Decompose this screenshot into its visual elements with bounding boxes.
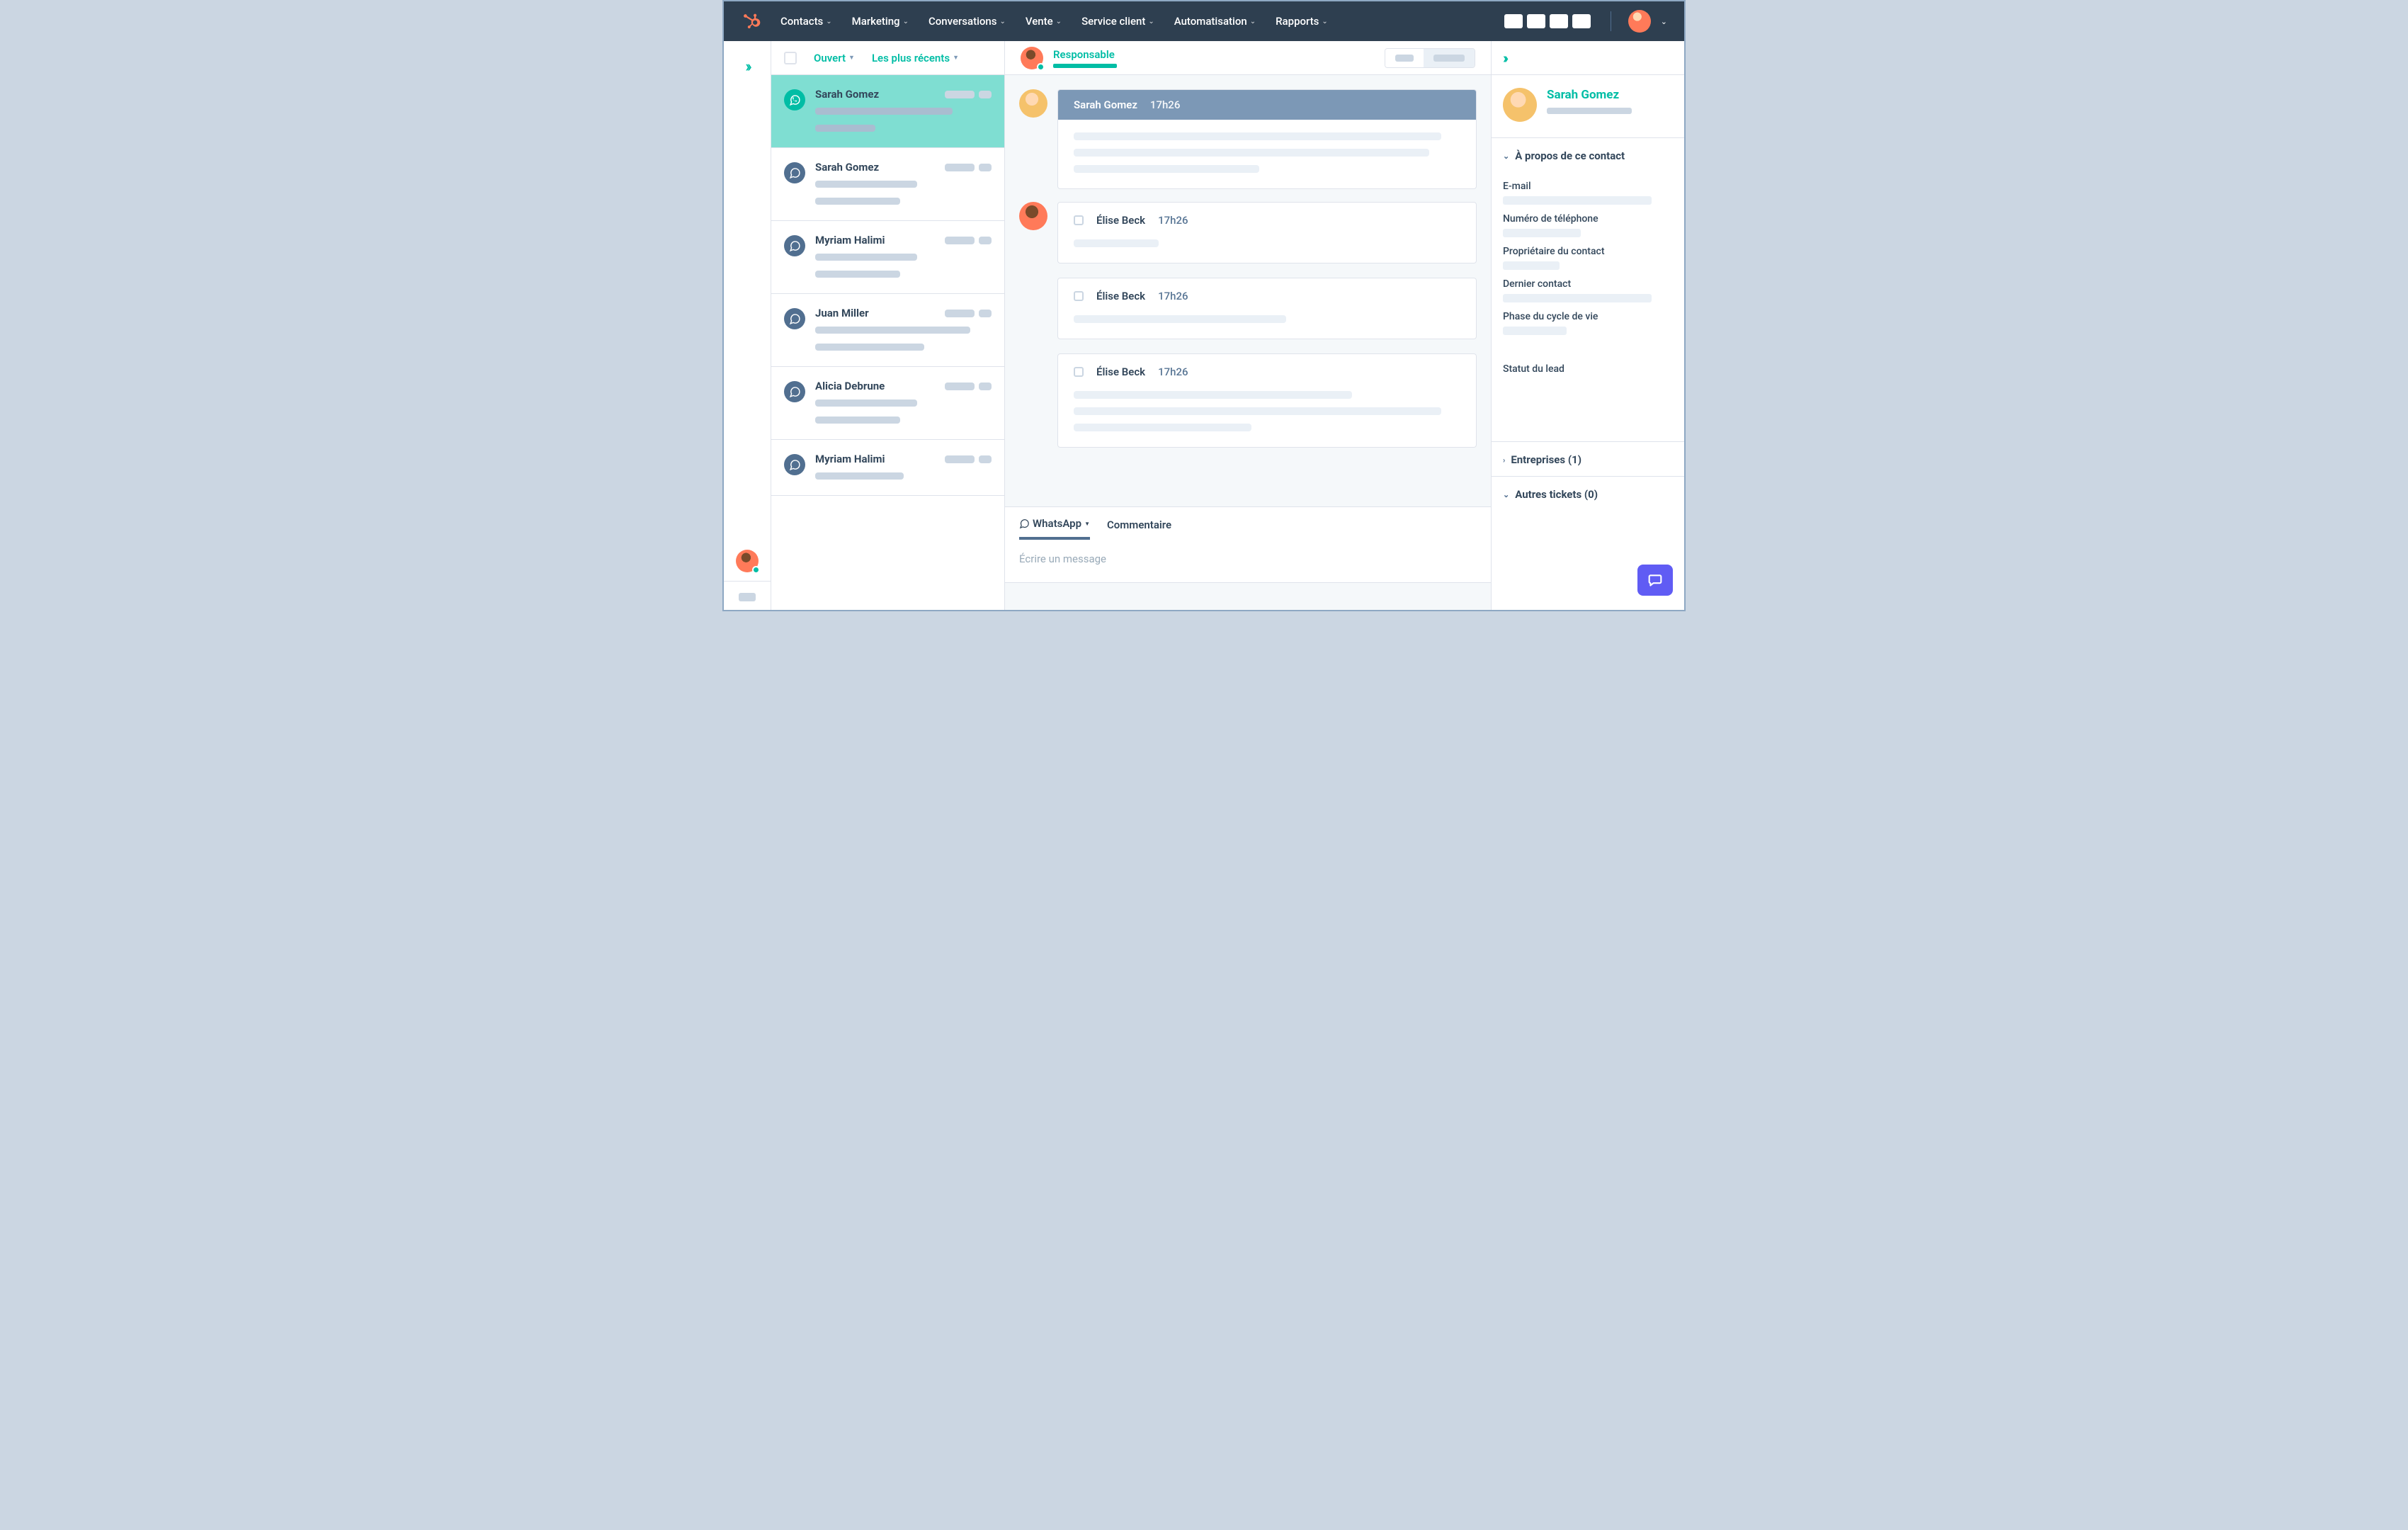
- message-checkbox[interactable]: [1074, 367, 1084, 377]
- message-sender: Élise Beck: [1096, 290, 1145, 302]
- chevron-right-icon: ›: [1503, 455, 1505, 465]
- field-label: Propriétaire du contact: [1503, 246, 1673, 257]
- nav-automatisation[interactable]: Automatisation⌄: [1174, 15, 1256, 28]
- filter-status[interactable]: Ouvert▼: [814, 52, 855, 64]
- tickets-section-toggle[interactable]: ⌄Autres tickets (0): [1492, 477, 1684, 511]
- field-value: [1503, 261, 1560, 270]
- view-toggle[interactable]: [1385, 48, 1475, 68]
- message-card[interactable]: Élise Beck 17h26: [1057, 202, 1477, 264]
- contact-details-panel: ›› Sarah Gomez ⌄À propos de ce contact E…: [1492, 41, 1684, 610]
- whatsapp-icon: [784, 454, 805, 475]
- sender-avatar: [1019, 202, 1047, 230]
- status-online-icon: [1037, 63, 1045, 71]
- contact-name[interactable]: Sarah Gomez: [1547, 88, 1632, 102]
- message-time: 17h26: [1158, 366, 1188, 378]
- nav-rapports[interactable]: Rapports⌄: [1276, 15, 1328, 28]
- composer-input[interactable]: Écrire un message: [1005, 540, 1491, 583]
- nav-vente[interactable]: Vente⌄: [1026, 15, 1062, 28]
- message-time: 17h26: [1158, 214, 1188, 227]
- field-label: Statut du lead: [1503, 363, 1673, 375]
- whatsapp-icon: [784, 89, 805, 110]
- whatsapp-icon: [784, 162, 805, 183]
- inbox-item[interactable]: Alicia Debrune: [771, 367, 1004, 440]
- message-sender: Élise Beck: [1096, 366, 1145, 378]
- sort-dropdown[interactable]: Les plus récents▼: [872, 52, 959, 64]
- about-section-toggle[interactable]: ⌄À propos de ce contact: [1492, 138, 1684, 172]
- field-value: [1503, 196, 1652, 205]
- chat-icon: [1647, 573, 1664, 587]
- hubspot-logo-icon: [741, 11, 761, 31]
- nav-contacts[interactable]: Contacts⌄: [780, 15, 832, 28]
- whatsapp-icon: [784, 381, 805, 402]
- field-value: [1503, 294, 1652, 302]
- field-label: E-mail: [1503, 181, 1673, 192]
- nav-action-1[interactable]: [1504, 14, 1523, 28]
- owner-placeholder: [1053, 64, 1117, 68]
- inbox-item-name: Myriam Halimi: [815, 453, 885, 465]
- inbox-item-name: Juan Miller: [815, 307, 869, 319]
- nav-action-4[interactable]: [1572, 14, 1591, 28]
- message-card[interactable]: Élise Beck 17h26: [1057, 278, 1477, 339]
- status-online-icon: [752, 566, 760, 574]
- rail-placeholder: [739, 593, 756, 601]
- message-sender: Sarah Gomez: [1074, 98, 1137, 111]
- chevron-down-icon: ⌄: [1503, 490, 1509, 499]
- field-label: Phase du cycle de vie: [1503, 311, 1673, 322]
- owner-label: Responsable: [1053, 48, 1117, 61]
- select-all-checkbox[interactable]: [784, 52, 797, 64]
- left-rail: ››: [724, 41, 771, 610]
- whatsapp-icon: [1019, 518, 1030, 529]
- inbox-item-name: Sarah Gomez: [815, 161, 879, 174]
- message-checkbox[interactable]: [1074, 291, 1084, 301]
- contact-sub-placeholder: [1547, 108, 1632, 114]
- field-value: [1503, 327, 1567, 335]
- field-label: Numéro de téléphone: [1503, 213, 1673, 225]
- inbox-item-name: Sarah Gomez: [815, 88, 879, 101]
- chat-fab-button[interactable]: [1637, 565, 1673, 596]
- composer-tab-comment[interactable]: Commentaire: [1107, 517, 1171, 540]
- collapse-details-icon[interactable]: ››: [1503, 50, 1506, 67]
- inbox-item[interactable]: Sarah Gomez: [771, 75, 1004, 148]
- message-card[interactable]: Sarah Gomez 17h26: [1057, 89, 1477, 189]
- top-nav: Contacts⌄ Marketing⌄ Conversations⌄ Vent…: [724, 1, 1684, 41]
- user-avatar[interactable]: [1628, 10, 1651, 33]
- whatsapp-icon: [784, 308, 805, 329]
- conversation-panel: Responsable Sarah Gomez 17h26: [1005, 41, 1492, 610]
- inbox-item[interactable]: Sarah Gomez: [771, 148, 1004, 221]
- inbox-item-name: Myriam Halimi: [815, 234, 885, 246]
- composer-footer: [1005, 583, 1491, 610]
- inbox-item-name: Alicia Debrune: [815, 380, 885, 392]
- message-sender: Élise Beck: [1096, 214, 1145, 227]
- message-card[interactable]: Élise Beck 17h26: [1057, 353, 1477, 448]
- inbox-panel: Ouvert▼ Les plus récents▼ Sarah Gomez: [771, 41, 1005, 610]
- owner-avatar[interactable]: [1021, 47, 1043, 69]
- contact-avatar[interactable]: [1503, 88, 1537, 122]
- user-menu-chevron-icon[interactable]: ⌄: [1661, 17, 1667, 26]
- rail-user-avatar[interactable]: [736, 550, 759, 572]
- whatsapp-icon: [784, 235, 805, 256]
- expand-rail-icon[interactable]: ››: [745, 58, 749, 76]
- companies-section-toggle[interactable]: ›Entreprises (1): [1492, 441, 1684, 476]
- message-time: 17h26: [1158, 290, 1188, 302]
- nav-action-3[interactable]: [1550, 14, 1568, 28]
- sender-avatar: [1019, 89, 1047, 118]
- inbox-item[interactable]: Myriam Halimi: [771, 221, 1004, 294]
- inbox-item[interactable]: Juan Miller: [771, 294, 1004, 367]
- composer-tab-whatsapp[interactable]: WhatsApp▼: [1019, 517, 1090, 540]
- nav-service-client[interactable]: Service client⌄: [1081, 15, 1154, 28]
- nav-action-2[interactable]: [1527, 14, 1545, 28]
- chevron-down-icon: ⌄: [1503, 152, 1509, 161]
- nav-conversations[interactable]: Conversations⌄: [928, 15, 1006, 28]
- nav-marketing[interactable]: Marketing⌄: [852, 15, 909, 28]
- field-label: Dernier contact: [1503, 278, 1673, 290]
- field-value: [1503, 229, 1581, 237]
- inbox-item[interactable]: Myriam Halimi: [771, 440, 1004, 496]
- message-composer: WhatsApp▼ Commentaire Écrire un message: [1005, 506, 1491, 610]
- message-time: 17h26: [1150, 98, 1180, 111]
- message-checkbox[interactable]: [1074, 215, 1084, 225]
